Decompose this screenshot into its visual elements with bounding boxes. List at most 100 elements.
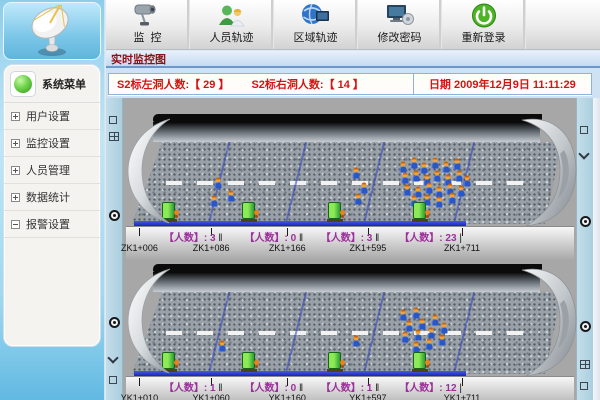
toolbar-button-label: 修改密码 (378, 29, 422, 45)
person-icon (425, 182, 432, 193)
sidebar-item-label: 用户设置 (26, 108, 70, 124)
toolbar-button-label: 监 控 (133, 29, 161, 45)
person-icon (402, 173, 409, 184)
camera-icon (131, 1, 165, 29)
station-tick (462, 228, 463, 236)
expand-plus-icon[interactable] (11, 166, 20, 175)
boundary-tick: | (457, 233, 462, 244)
boundary-tick: ‖ (296, 383, 303, 394)
people-icon (215, 1, 249, 29)
boundary-tick: ‖ (216, 383, 223, 394)
person-icon (410, 158, 417, 169)
person-icon (434, 171, 441, 182)
globe-icon (299, 1, 333, 29)
expand-minus-icon[interactable] (11, 220, 20, 229)
person-icon (210, 196, 217, 207)
main-panel: 实时监控图 S2标左洞人数:【 29 】 S2标右洞人数:【 14 】 日期 2… (106, 51, 600, 400)
edge-camera-icon (109, 317, 120, 328)
reader-device-icon (328, 202, 341, 219)
section-count-label: 【人数】: 1 ‖ (164, 379, 223, 394)
status-bar: S2标左洞人数:【 29 】 S2标右洞人数:【 14 】 日期 2009年12… (108, 73, 592, 95)
edge-square-icon (580, 126, 588, 134)
sidebar-item-alarm-settings[interactable]: 报警设置 (4, 211, 100, 238)
station-label: ZK1+166 (269, 243, 306, 253)
toolbar-button-relogin[interactable]: 重新登录 (442, 0, 526, 49)
person-icon (412, 308, 419, 319)
tunnel-label-strip: YK1+010YK1+060YK1+160YK1+597YK1+711【人数】:… (126, 376, 574, 400)
tunnel-road (132, 142, 562, 224)
person-icon (427, 328, 434, 339)
tunnel-portal-left (126, 118, 172, 224)
station-label: ZK1+711 (444, 243, 480, 253)
edge-camera-icon (580, 216, 591, 227)
person-icon (455, 170, 462, 181)
sidebar-item-label: 监控设置 (26, 135, 70, 151)
road-centerline (166, 331, 527, 335)
count-value: 【人数】: 23 (399, 233, 456, 244)
tunnel-portal-right (520, 114, 580, 228)
station-label: YK1+597 (349, 393, 386, 400)
count-value: 【人数】: 3 (164, 233, 216, 244)
edge-chevron-icon (107, 352, 118, 363)
station-label: YK1+060 (192, 393, 229, 400)
person-icon (449, 192, 456, 203)
system-menu-title: 系统菜单 (42, 76, 86, 92)
person-icon (440, 323, 447, 334)
reader-device-icon (328, 352, 341, 369)
section-count-label: 【人数】: 0 ‖ (245, 229, 304, 244)
count-value: 【人数】: 1 (164, 383, 216, 394)
app-logo-panel (3, 2, 101, 60)
person-icon (352, 168, 359, 179)
left-tunnel-count-text: S2标左洞人数:【 29 】 (117, 76, 229, 92)
reader-device-icon (242, 202, 255, 219)
expand-plus-icon[interactable] (11, 139, 20, 148)
person-icon (436, 196, 443, 207)
sidebar-item-data-statistics[interactable]: 数据统计 (4, 184, 100, 211)
station-tick (462, 378, 463, 386)
person-icon (219, 341, 226, 352)
tunnel-portal-right (520, 264, 580, 378)
edge-chevron-icon (578, 148, 589, 159)
section-count-label: 【人数】: 3 ‖ (164, 229, 223, 244)
reader-device-icon (413, 202, 426, 219)
edge-grid-icon (109, 132, 119, 141)
boundary-tick: ‖ (372, 383, 379, 394)
person-icon (438, 335, 445, 346)
sidebar-item-label: 报警设置 (26, 216, 70, 232)
edge-square-icon (580, 382, 588, 390)
toolbar-button-change-password[interactable]: 修改密码 (358, 0, 442, 49)
tunnel-canvas: ZK1+006ZK1+086ZK1+166ZK1+595ZK1+711【人数】:… (106, 98, 600, 400)
person-icon (442, 162, 449, 173)
toolbar-button-monitor[interactable]: 监 控 (106, 0, 190, 49)
count-value: 【人数】: 3 (321, 233, 373, 244)
person-icon (425, 339, 432, 350)
toolbar-button-personnel-track[interactable]: 人员轨迹 (190, 0, 274, 49)
toolbar-button-area-track[interactable]: 区域轨迹 (274, 0, 358, 49)
count-value: 【人数】: 1 (321, 383, 373, 394)
person-icon (414, 329, 421, 340)
tunnel-wall (153, 272, 540, 292)
tunnel-wall (153, 122, 540, 142)
toolbar: 监 控 人员轨迹区域轨迹修改密码 重新登录 (106, 0, 600, 50)
section-count-label: 【人数】: 1 ‖ (321, 379, 380, 394)
station-label: ZK1+595 (350, 243, 387, 253)
sidebar-item-monitor-settings[interactable]: 监控设置 (4, 130, 100, 157)
edge-grid-icon (580, 360, 590, 369)
tunnel-monitoring-app: 系统菜单 用户设置监控设置人员管理数据统计报警设置 监 控 人员轨迹区域轨迹修改密… (0, 0, 600, 400)
tunnel-portal-left (126, 268, 172, 374)
sidebar-item-user-settings[interactable]: 用户设置 (4, 103, 100, 130)
station-label: YK1+711 (444, 393, 481, 400)
boundary-tick: ‖ (372, 233, 379, 244)
count-value: 【人数】: 0 (245, 383, 297, 394)
reader-device-icon (413, 352, 426, 369)
station-tick (139, 378, 140, 386)
system-menu-header: 系统菜单 (4, 65, 100, 103)
sidebar-item-label: 人员管理 (26, 162, 70, 178)
tab-realtime-monitor[interactable]: 实时监控图 (111, 51, 166, 67)
sidebar-item-personnel-mgmt[interactable]: 人员管理 (4, 157, 100, 184)
expand-plus-icon[interactable] (11, 193, 20, 202)
status-counts: S2标左洞人数:【 29 】 S2标右洞人数:【 14 】 (109, 76, 413, 92)
expand-plus-icon[interactable] (11, 112, 20, 121)
boundary-tick: | (457, 383, 462, 394)
person-icon (412, 170, 419, 181)
